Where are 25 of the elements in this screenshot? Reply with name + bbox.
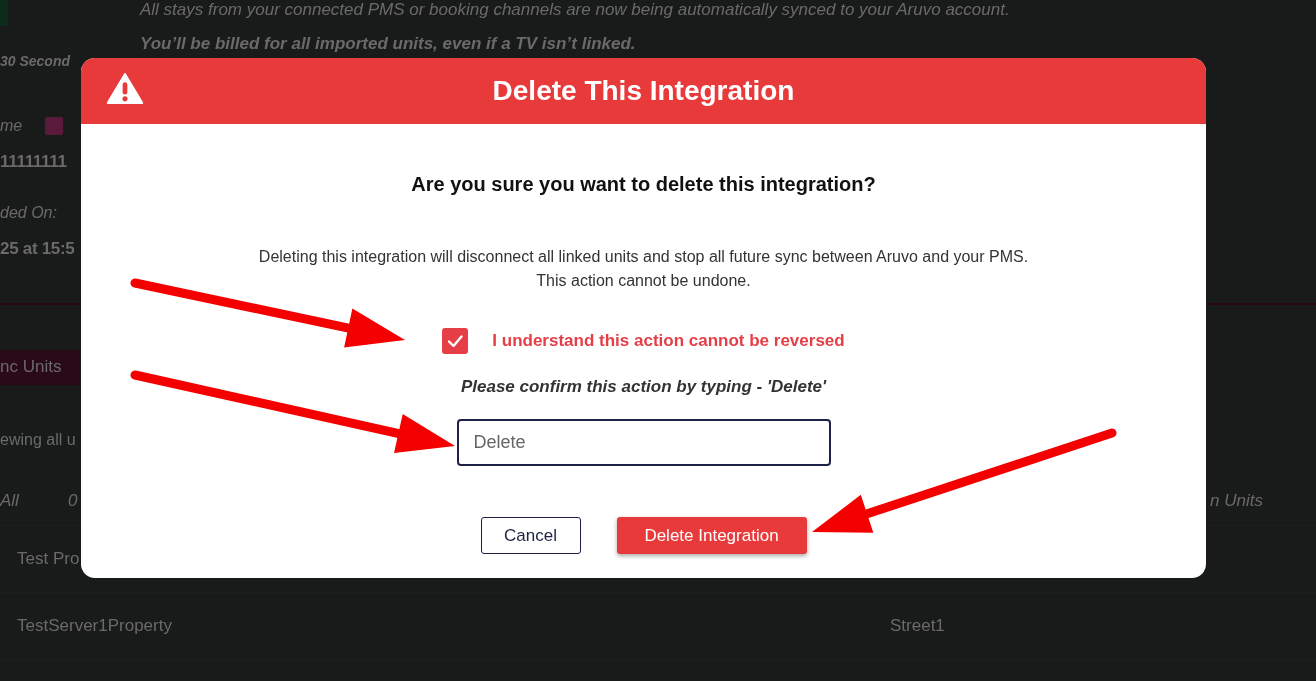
table-cell-text: TestServer1Property xyxy=(16,616,173,636)
description-text: Deleting this integration will disconnect all linked units and stop all future sync between Aruvo and your PMS. xyxy=(258,247,1029,267)
sync-units-button[interactable]: nc Units xyxy=(0,350,80,385)
timer-text: 30 Second xyxy=(0,53,72,69)
column-header[interactable]: n Units xyxy=(1210,491,1263,511)
confirm-input-field[interactable]: Delete xyxy=(456,419,831,466)
dialog-title: Delete This Integration xyxy=(492,75,795,107)
viewing-text: ewing all u xyxy=(0,431,76,449)
field-label: me xyxy=(0,117,23,135)
cancel-button[interactable]: Cancel xyxy=(480,517,581,554)
confirm-prompt: Please confirm this action by typing - 'Delete' xyxy=(460,377,827,397)
dialog-question: Are you sure you want to delete this integration? xyxy=(411,173,876,196)
checkbox-label: I understand this action cannot be reversed xyxy=(492,331,845,351)
column-header[interactable]: All xyxy=(0,491,68,511)
delete-button[interactable]: Delete Integration xyxy=(616,517,807,554)
notice-text: You’ll be billed for all imported units, even if a TV isn’t linked. xyxy=(140,34,637,54)
checkbox[interactable] xyxy=(442,328,469,354)
description-text: This action cannot be undone. xyxy=(535,271,752,291)
field-value: 25 at 15:5 xyxy=(0,239,76,259)
warning-icon xyxy=(106,72,144,104)
field-label: ded On: xyxy=(0,204,58,222)
table-cell: Street1 xyxy=(890,616,945,636)
field-value: 11111111 xyxy=(0,152,68,172)
table-cell-text: Test Pro xyxy=(16,549,81,569)
notice-text: All stays from your connected PMS or booking channels are now being automatically synced to your Aruvo account. xyxy=(140,0,1010,20)
